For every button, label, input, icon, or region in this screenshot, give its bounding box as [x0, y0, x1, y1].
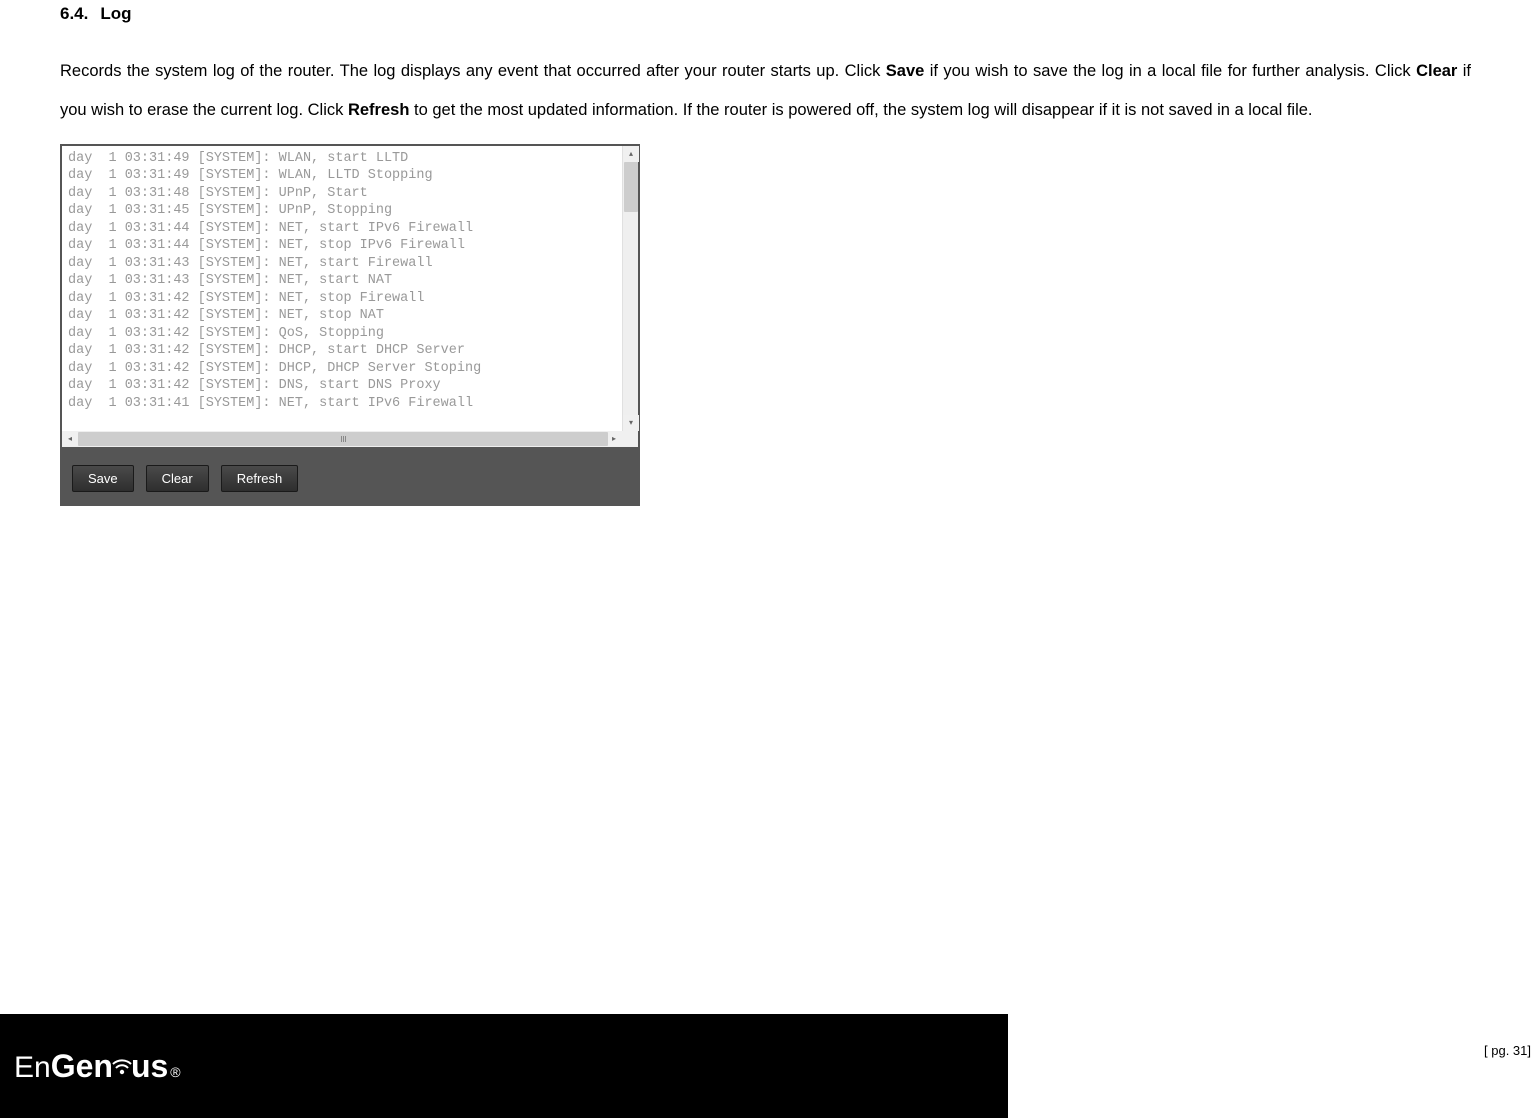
logo-text-gen: Gen — [51, 1048, 113, 1085]
clear-button[interactable]: Clear — [146, 465, 209, 492]
horizontal-scroll-thumb[interactable] — [78, 432, 608, 446]
registered-icon: ® — [170, 1064, 180, 1080]
refresh-button[interactable]: Refresh — [221, 465, 299, 492]
save-button[interactable]: Save — [72, 465, 134, 492]
log-box: day 1 03:31:49 [SYSTEM]: WLAN, start LLT… — [62, 146, 638, 431]
horizontal-scrollbar[interactable]: ◂ ▸ — [62, 431, 622, 447]
scroll-down-icon[interactable]: ▾ — [623, 415, 639, 431]
vertical-scrollbar[interactable]: ▴ ▾ — [622, 146, 638, 431]
desc-part4: to get the most updated information. If … — [409, 101, 1312, 119]
horizontal-scroll-track[interactable] — [78, 431, 606, 447]
scroll-up-icon[interactable]: ▴ — [623, 146, 639, 162]
scroll-right-icon[interactable]: ▸ — [606, 431, 622, 447]
desc-save: Save — [886, 62, 925, 80]
section-number: 6.4. — [60, 4, 88, 23]
logo-text-en: En — [14, 1051, 51, 1085]
desc-refresh: Refresh — [348, 101, 409, 119]
engenius-logo: EnGenus® — [14, 1048, 181, 1085]
scrollbar-corner — [622, 431, 638, 447]
log-text-area[interactable]: day 1 03:31:49 [SYSTEM]: WLAN, start LLT… — [62, 146, 622, 431]
desc-part1: Records the system log of the router. Th… — [60, 62, 886, 80]
scroll-left-icon[interactable]: ◂ — [62, 431, 78, 447]
footer-bar: EnGenus® — [0, 1014, 1008, 1118]
log-widget: day 1 03:31:49 [SYSTEM]: WLAN, start LLT… — [60, 144, 640, 506]
wifi-icon — [111, 1055, 133, 1077]
description-paragraph: Records the system log of the router. Th… — [60, 52, 1471, 130]
page-number: [ pg. 31] — [1484, 1043, 1531, 1058]
button-bar: Save Clear Refresh — [62, 447, 638, 504]
logo-text-us: us — [131, 1048, 168, 1085]
section-name: Log — [100, 4, 131, 23]
desc-part2: if you wish to save the log in a local f… — [924, 62, 1416, 80]
section-title: 6.4. Log — [60, 4, 1471, 24]
desc-clear: Clear — [1416, 62, 1457, 80]
vertical-scroll-thumb[interactable] — [624, 162, 638, 212]
